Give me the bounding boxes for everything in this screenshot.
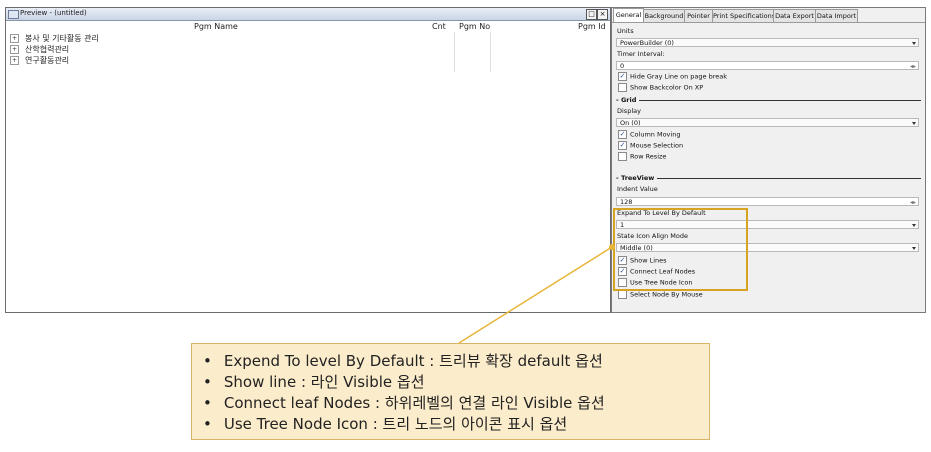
annotation-callout: Expend To level By Default : 트리뷰 확장 defa… [191,343,710,440]
pointer-dot [609,244,615,250]
pointer-line-segment [458,246,613,344]
annotation-item: Use Tree Node Icon : 트리 노드의 아이콘 표시 옵션 [203,414,709,435]
annotation-item: Show line : 라인 Visible 옵션 [203,372,709,393]
annotation-item: Expend To level By Default : 트리뷰 확장 defa… [203,351,709,372]
annotation-item: Connect leaf Nodes : 하위레벨의 연결 라인 Visible… [203,393,709,414]
annotation-list: Expend To level By Default : 트리뷰 확장 defa… [192,344,709,435]
